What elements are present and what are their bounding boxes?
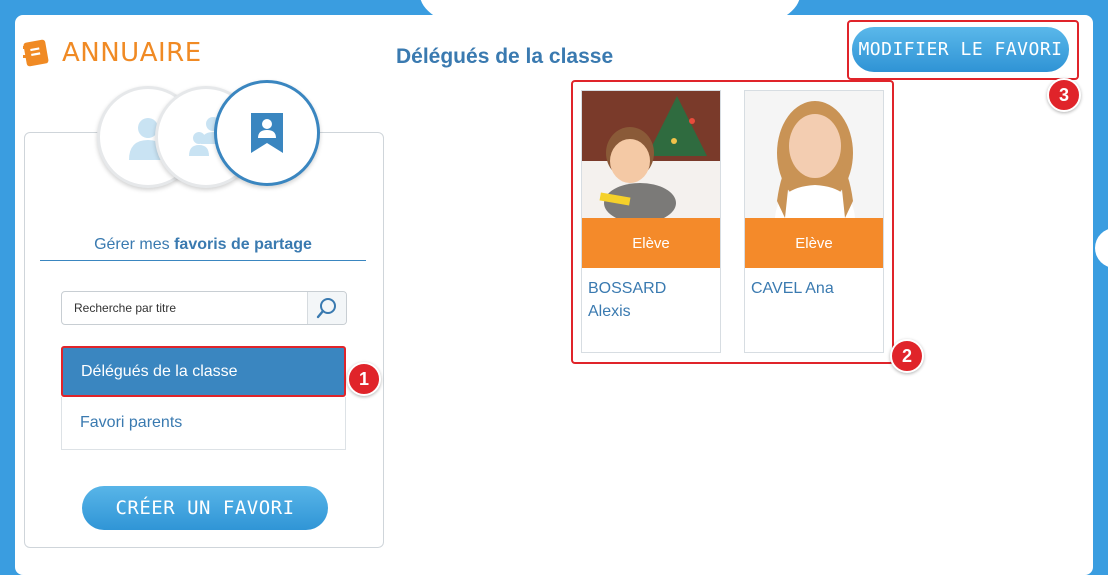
mode-favorites[interactable] bbox=[214, 80, 320, 186]
member-photo bbox=[582, 91, 720, 218]
favorite-item-label: Favori parents bbox=[80, 414, 183, 431]
member-lastname: BOSSARD bbox=[588, 280, 667, 297]
annotation-badge: 2 bbox=[890, 339, 924, 373]
annotation-badge: 3 bbox=[1047, 78, 1081, 112]
app-title: ANNUAIRE bbox=[62, 38, 202, 68]
favorite-item-parents[interactable]: Favori parents bbox=[61, 397, 346, 450]
favorite-item-label: Délégués de la classe bbox=[81, 362, 238, 380]
modify-favorite-button[interactable]: MODIFIER LE FAVORI bbox=[852, 27, 1069, 72]
member-photo bbox=[745, 91, 883, 218]
favorite-item-delegues[interactable]: Délégués de la classe bbox=[61, 346, 346, 397]
app-header: ANNUAIRE bbox=[22, 38, 202, 68]
search-box bbox=[61, 291, 347, 325]
search-input[interactable] bbox=[62, 293, 306, 323]
child-photo-illustration bbox=[582, 91, 720, 218]
directory-book-icon bbox=[23, 39, 49, 67]
member-name: BOSSARD Alexis bbox=[582, 268, 720, 332]
member-firstname: Alexis bbox=[588, 303, 631, 320]
member-role: Elève bbox=[582, 218, 720, 268]
member-card[interactable]: Elève CAVEL Ana bbox=[744, 90, 884, 353]
page-title: Délégués de la classe bbox=[396, 45, 614, 68]
annotation-badge: 1 bbox=[347, 362, 381, 396]
favorites-section-title: Gérer mes favoris de partage bbox=[40, 236, 366, 261]
favorite-bookmark-icon bbox=[251, 113, 283, 153]
member-role: Elève bbox=[745, 218, 883, 268]
member-lastname: CAVEL Ana bbox=[751, 280, 834, 297]
background-cloud bbox=[1095, 228, 1108, 268]
section-title-prefix: Gérer mes bbox=[94, 236, 175, 253]
child-photo-illustration bbox=[745, 91, 883, 218]
favorites-list: Délégués de la classe Favori parents bbox=[61, 346, 346, 450]
member-card[interactable]: Elève BOSSARD Alexis bbox=[581, 90, 721, 353]
search-icon bbox=[316, 298, 336, 319]
member-name: CAVEL Ana bbox=[745, 268, 883, 309]
create-favorite-button[interactable]: CRÉER UN FAVORI bbox=[82, 486, 328, 530]
search-button[interactable] bbox=[307, 292, 346, 324]
section-title-bold: favoris de partage bbox=[174, 236, 312, 253]
